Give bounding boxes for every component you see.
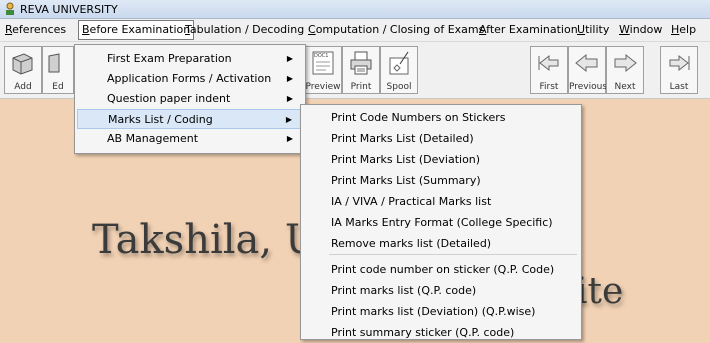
submenu-item[interactable]: Print code number on sticker (Q.P. Code) <box>331 260 554 280</box>
previous-button[interactable]: Previous <box>568 46 607 94</box>
menu-before-examination[interactable]: Before Examination <box>78 20 195 40</box>
submenu-arrow-icon: ▶ <box>286 54 293 63</box>
menu-references[interactable]: References <box>2 22 69 38</box>
submenu-arrow-icon: ▶ <box>285 115 292 124</box>
submenu-arrow-icon: ▶ <box>286 94 293 103</box>
spool-button[interactable]: Spool <box>380 46 418 94</box>
first-icon <box>538 54 559 72</box>
menu-after-examination[interactable]: After Examination <box>476 22 581 38</box>
app-icon <box>6 2 14 15</box>
print-icon <box>350 51 372 75</box>
submenu-item[interactable]: Print marks list (Q.P. code) <box>331 281 476 301</box>
last-button[interactable]: Last <box>660 46 698 94</box>
submenu-arrow-icon: ▶ <box>286 134 293 143</box>
menu-utility[interactable]: Utility <box>574 22 612 38</box>
preview-doc-text: DOC1 <box>314 53 329 59</box>
menu-item-question-paper-indent[interactable]: Question paper indent ▶ <box>77 89 303 109</box>
edit-icon <box>48 53 60 73</box>
submenu-item[interactable]: Print marks list (Deviation) (Q.P.wise) <box>331 302 535 322</box>
print-button[interactable]: Print <box>342 46 380 94</box>
add-button[interactable]: Add <box>4 46 42 94</box>
watermark-text-left: Takshila, U <box>92 217 319 263</box>
menu-item-application-forms[interactable]: Application Forms / Activation ▶ <box>77 69 303 89</box>
menu-help[interactable]: Help <box>668 22 699 38</box>
submenu-item[interactable]: IA / VIVA / Practical Marks list <box>331 192 491 212</box>
edit-button[interactable]: Ed <box>42 46 74 94</box>
before-examination-menu: First Exam Preparation ▶ Application Form… <box>74 44 306 154</box>
preview-button[interactable]: DOC1 Preview <box>304 46 342 94</box>
menu-tabulation-decoding[interactable]: Tabulation / Decoding <box>182 22 307 38</box>
submenu-item[interactable]: Print Code Numbers on Stickers <box>331 108 505 128</box>
submenu-item[interactable]: Remove marks list (Detailed) <box>331 234 491 254</box>
submenu-item[interactable]: Print Marks List (Summary) <box>331 171 481 191</box>
next-button[interactable]: Next <box>606 46 644 94</box>
first-button[interactable]: First <box>530 46 568 94</box>
watermark-text-right: ite <box>576 271 624 312</box>
add-icon <box>12 53 33 75</box>
submenu-item[interactable]: IA Marks Entry Format (College Specific) <box>331 213 553 233</box>
previous-icon <box>575 53 598 73</box>
menu-item-marks-list-coding[interactable]: Marks List / Coding ▶ <box>77 109 303 129</box>
menu-item-ab-management[interactable]: AB Management ▶ <box>77 129 303 149</box>
last-icon <box>669 54 690 72</box>
next-icon <box>614 53 637 73</box>
menu-bar: References Before Examination Tabulation… <box>0 19 710 42</box>
menu-window[interactable]: Window <box>616 22 665 38</box>
menu-separator <box>329 254 577 255</box>
submenu-arrow-icon: ▶ <box>286 74 293 83</box>
marks-list-coding-submenu: Print Code Numbers on Stickers Print Mar… <box>300 104 582 340</box>
menu-item-first-exam-preparation[interactable]: First Exam Preparation ▶ <box>77 49 303 69</box>
window-title: REVA UNIVERSITY <box>20 3 118 16</box>
spool-icon <box>389 51 409 75</box>
title-bar: REVA UNIVERSITY <box>0 0 710 19</box>
submenu-item[interactable]: Print Marks List (Deviation) <box>331 150 480 170</box>
menu-computation-closing[interactable]: Computation / Closing of Exams <box>305 22 487 38</box>
submenu-item[interactable]: Print Marks List (Detailed) <box>331 129 474 149</box>
submenu-item[interactable]: Print summary sticker (Q.P. code) <box>331 323 514 343</box>
